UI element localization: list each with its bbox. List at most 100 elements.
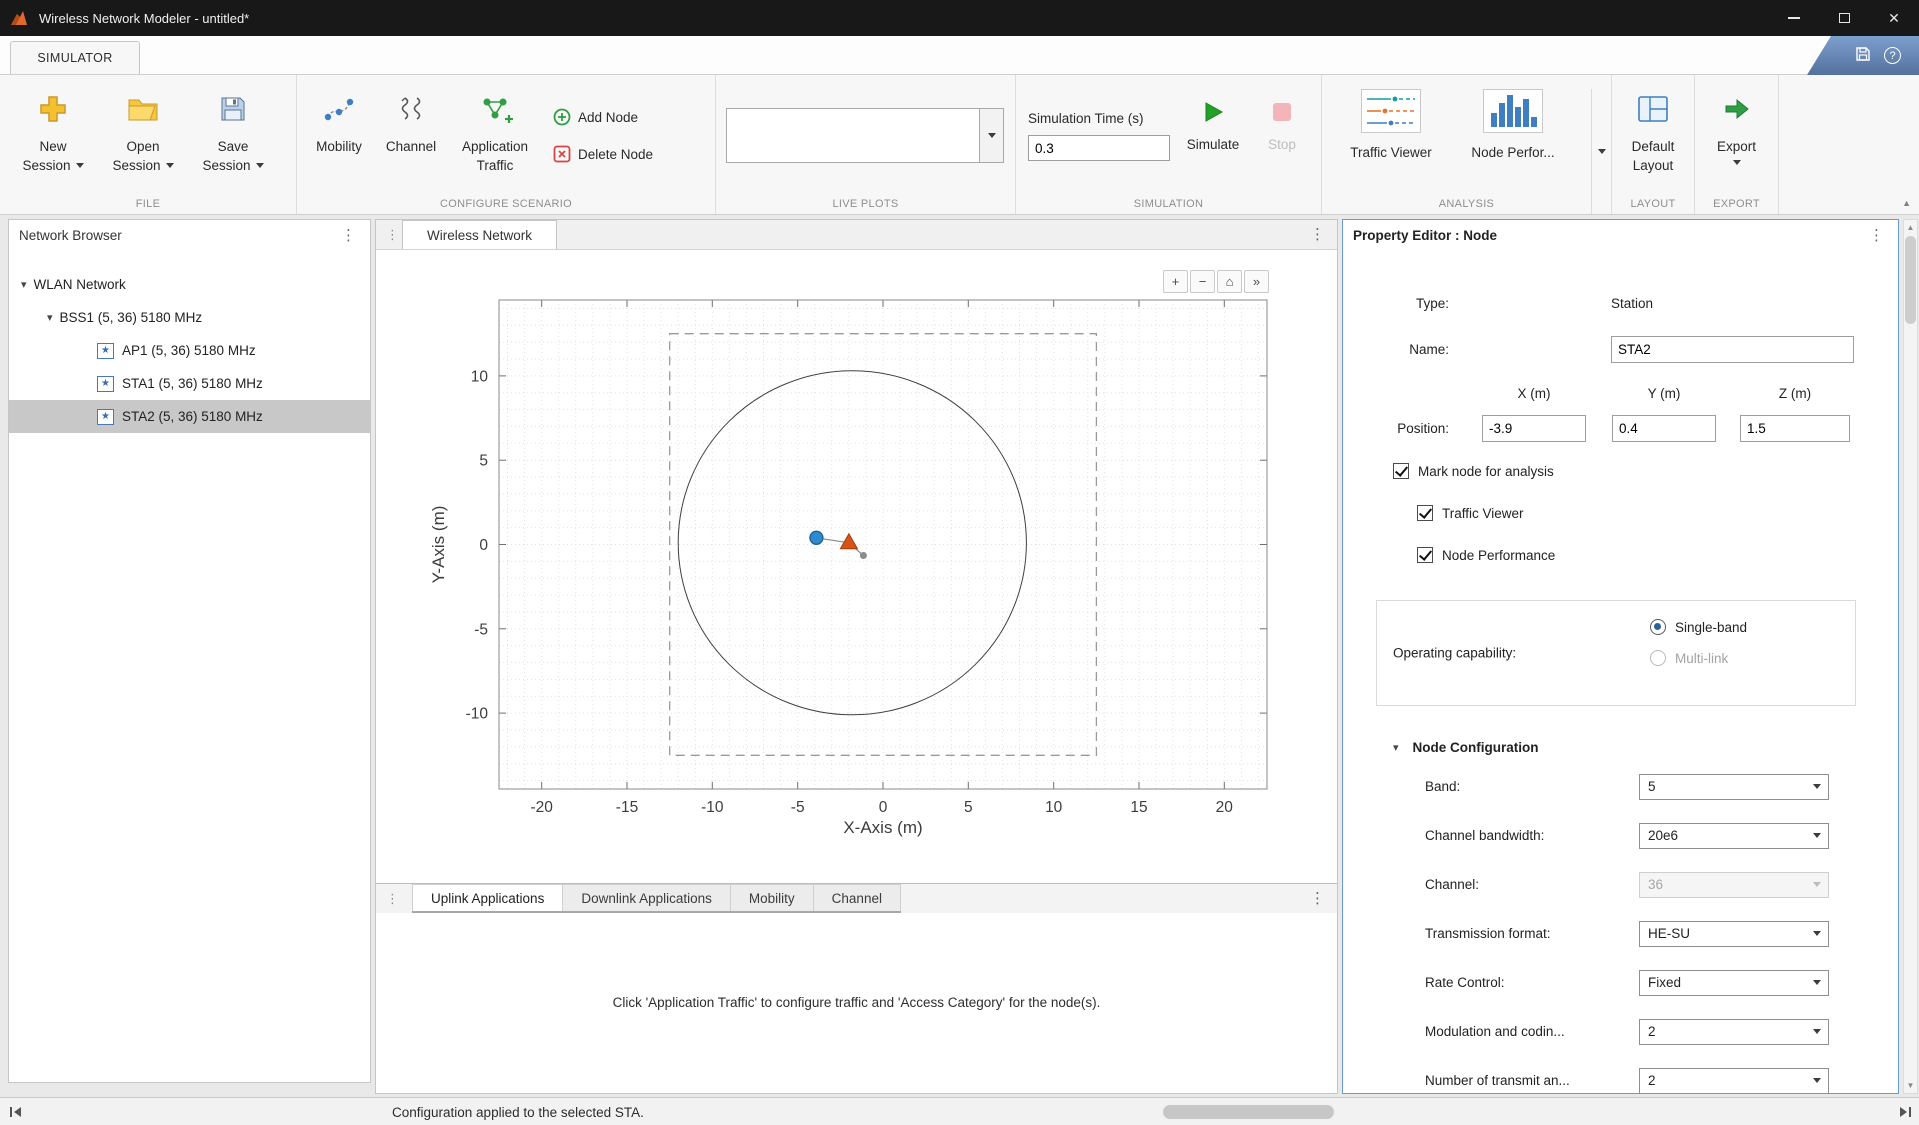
- expander-icon[interactable]: ▾: [21, 278, 27, 291]
- svg-text:Y-Axis (m): Y-Axis (m): [429, 506, 448, 584]
- dropdown-channel[interactable]: 36: [1639, 872, 1829, 898]
- minimize-button[interactable]: [1769, 0, 1819, 36]
- name-field[interactable]: [1611, 336, 1854, 363]
- zoom-in-button[interactable]: +: [1163, 270, 1188, 293]
- checkbox-node-performance[interactable]: [1417, 547, 1433, 563]
- help-button[interactable]: ?: [1884, 47, 1901, 64]
- restore-view-button[interactable]: ⌂: [1217, 270, 1242, 293]
- save-session-button[interactable]: Save Session: [188, 75, 278, 214]
- horizontal-scrollbar-thumb[interactable]: [1163, 1105, 1334, 1119]
- radio-multi-link[interactable]: [1650, 650, 1666, 666]
- svg-text:5: 5: [479, 453, 488, 470]
- section-label-live-plots: LIVE PLOTS: [716, 198, 1015, 210]
- tab-channel[interactable]: Channel: [813, 884, 901, 911]
- kebab-menu-icon[interactable]: ⋮: [1865, 228, 1888, 243]
- node-performance-icon: [1483, 89, 1543, 136]
- add-node-button[interactable]: Add Node: [553, 105, 653, 129]
- dropdown-value: 36: [1648, 877, 1663, 892]
- dropdown-rate-control[interactable]: Fixed: [1639, 970, 1829, 996]
- field-label: Band:: [1425, 779, 1639, 794]
- dropdown-value: 5: [1648, 779, 1656, 794]
- delete-node-button[interactable]: Delete Node: [553, 142, 653, 166]
- stop-button: Stop: [1250, 75, 1314, 214]
- expand-toolbar-button[interactable]: »: [1244, 270, 1269, 293]
- collapse-ribbon-icon[interactable]: ▲: [1902, 198, 1911, 208]
- checkbox-label: Traffic Viewer: [1442, 506, 1524, 521]
- minimize-icon: [1788, 17, 1800, 19]
- tab-downlink-applications[interactable]: Downlink Applications: [562, 884, 730, 911]
- live-plots-dropdown[interactable]: [726, 108, 1004, 163]
- collapse-right-icon[interactable]: [1899, 1106, 1913, 1121]
- simulation-time-input[interactable]: [1028, 135, 1170, 161]
- property-editor-scrollbar[interactable]: ▲ ▼: [1903, 219, 1918, 1094]
- dropdown-channel-bandwidth[interactable]: 20e6: [1639, 823, 1829, 849]
- application-traffic-button[interactable]: Application Traffic: [447, 75, 543, 214]
- drag-handle-icon[interactable]: ⋮: [386, 227, 399, 243]
- zoom-out-icon: −: [1199, 274, 1207, 289]
- network-plot[interactable]: -20-15-10-505101520-10-50510X-Axis (m)Y-…: [376, 250, 1337, 883]
- vertical-scrollbar-thumb[interactable]: [1905, 236, 1916, 324]
- tree-item-wlan[interactable]: ▾WLAN Network: [9, 268, 370, 301]
- node-configuration-header[interactable]: ▾ Node Configuration: [1343, 732, 1898, 762]
- tab-simulator[interactable]: SIMULATOR: [10, 41, 140, 74]
- collapse-left-icon[interactable]: [8, 1106, 22, 1121]
- close-button[interactable]: ✕: [1869, 0, 1919, 36]
- uplink-applications-content: Click 'Application Traffic' to configure…: [376, 913, 1337, 1093]
- position-y-field[interactable]: [1612, 415, 1716, 442]
- dropdown-band[interactable]: 5: [1639, 774, 1829, 800]
- node-actions-group: Add Node Delete Node: [543, 75, 661, 214]
- live-plots-caret-button[interactable]: [979, 109, 1003, 162]
- scroll-down-icon[interactable]: ▼: [1904, 1081, 1917, 1090]
- open-session-button[interactable]: Open Session: [98, 75, 188, 214]
- section-label-layout: LAYOUT: [1612, 198, 1694, 210]
- traffic-viewer-button[interactable]: Traffic Viewer: [1330, 89, 1452, 214]
- kebab-menu-icon[interactable]: ⋮: [337, 228, 360, 243]
- main-area: Network Browser ⋮ ▾WLAN Network▾BSS1 (5,…: [0, 215, 1919, 1097]
- kebab-menu-icon[interactable]: ⋮: [1306, 891, 1329, 906]
- tree-item-bss1[interactable]: ▾BSS1 (5, 36) 5180 MHz: [9, 301, 370, 334]
- radio-single-band[interactable]: [1650, 619, 1666, 635]
- dropdown-number-of-transmit-an[interactable]: 2: [1639, 1068, 1829, 1094]
- export-button[interactable]: Export: [1695, 75, 1778, 214]
- tree-item-ap1[interactable]: ★AP1 (5, 36) 5180 MHz: [9, 334, 370, 367]
- analysis-gallery-expand-button[interactable]: [1591, 89, 1611, 214]
- drag-handle-icon[interactable]: ⋮: [386, 891, 399, 907]
- y-header: Y (m): [1612, 386, 1716, 401]
- mobility-button[interactable]: Mobility: [303, 75, 375, 214]
- ribbon-tab-row: SIMULATOR ?: [0, 36, 1919, 75]
- maximize-button[interactable]: [1819, 0, 1869, 36]
- expander-icon[interactable]: ▾: [47, 311, 53, 324]
- dropdown-modulation-and-codin[interactable]: 2: [1639, 1019, 1829, 1045]
- button-label: Add Node: [578, 110, 638, 125]
- simulate-button[interactable]: Simulate: [1176, 75, 1250, 214]
- dropdown-transmission-format[interactable]: HE-SU: [1639, 921, 1829, 947]
- analysis-gallery: Traffic Viewer Node Perfor...: [1322, 75, 1611, 214]
- tab-mobility[interactable]: Mobility: [730, 884, 813, 911]
- zoom-out-button[interactable]: −: [1190, 270, 1215, 293]
- kebab-menu-icon[interactable]: ⋮: [1306, 227, 1329, 242]
- checkbox-mark-node-for-analysis[interactable]: [1393, 463, 1409, 479]
- bottom-tab-group: Uplink ApplicationsDownlink Applications…: [412, 884, 901, 913]
- channel-button[interactable]: Channel: [375, 75, 447, 214]
- ribbon-section-live-plots: LIVE PLOTS: [716, 75, 1016, 214]
- new-session-button[interactable]: New Session: [8, 75, 98, 214]
- scroll-up-icon[interactable]: ▲: [1904, 223, 1917, 232]
- svg-text:10: 10: [1045, 799, 1063, 816]
- position-x-field[interactable]: [1482, 415, 1586, 442]
- tab-wireless-network[interactable]: Wireless Network: [402, 220, 557, 249]
- checkbox-traffic-viewer[interactable]: [1417, 505, 1433, 521]
- tree-item-sta1[interactable]: ★STA1 (5, 36) 5180 MHz: [9, 367, 370, 400]
- position-z-field[interactable]: [1740, 415, 1850, 442]
- quick-save-button[interactable]: [1855, 46, 1871, 65]
- button-label: Save: [218, 137, 249, 156]
- save-icon: [1855, 46, 1871, 62]
- operating-capability-label: Operating capability:: [1393, 646, 1516, 661]
- default-layout-button[interactable]: Default Layout: [1612, 75, 1694, 214]
- live-plots-value: [727, 109, 979, 162]
- dropdown-caret-icon: [1813, 882, 1821, 887]
- node-performance-button[interactable]: Node Perfor...: [1452, 89, 1574, 214]
- tab-uplink-applications[interactable]: Uplink Applications: [412, 884, 562, 911]
- button-label: Node Perfor...: [1471, 145, 1554, 160]
- tab-simulator-label: SIMULATOR: [37, 51, 112, 65]
- tree-item-sta2[interactable]: ★STA2 (5, 36) 5180 MHz: [9, 400, 370, 433]
